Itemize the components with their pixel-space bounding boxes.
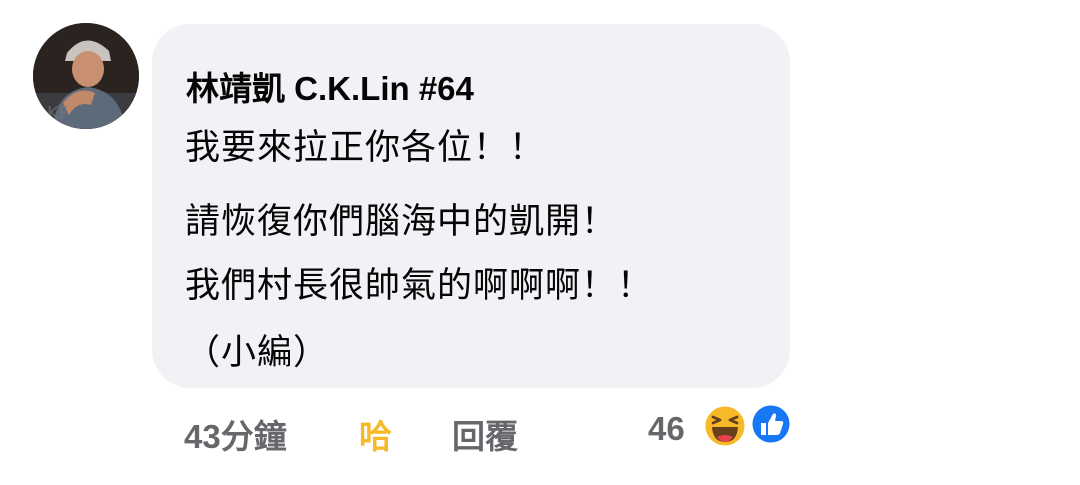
comment-author-name[interactable]: 林靖凱 C.K.Lin #64 [186,62,474,110]
svg-text:KF: KF [47,103,69,124]
like-icon [749,402,793,446]
comment-text-line: 我要來拉正你各位！！ [185,128,546,168]
reply-button[interactable]: 回覆 [452,410,518,458]
comment-text-line: （小編） [185,333,330,373]
comment-timestamp[interactable]: 43分鐘 [184,410,287,458]
author-avatar[interactable]: KF [33,23,139,129]
haha-emoji-icon [702,403,748,449]
reaction-summary[interactable] [701,402,793,449]
avatar-photo: KF [33,23,139,129]
haha-reaction-button[interactable]: 哈 [359,410,392,458]
comment-text-line: 請恢復你們腦海中的凱開！ [185,202,618,242]
comment-bubble: 林靖凱 C.K.Lin #64 我要來拉正你各位！！ 請恢復你們腦海中的凱開！ … [152,24,790,388]
comment-text-line: 我們村長很帥氣的啊啊啊！！ [185,266,654,306]
reaction-count[interactable]: 46 [648,410,685,448]
